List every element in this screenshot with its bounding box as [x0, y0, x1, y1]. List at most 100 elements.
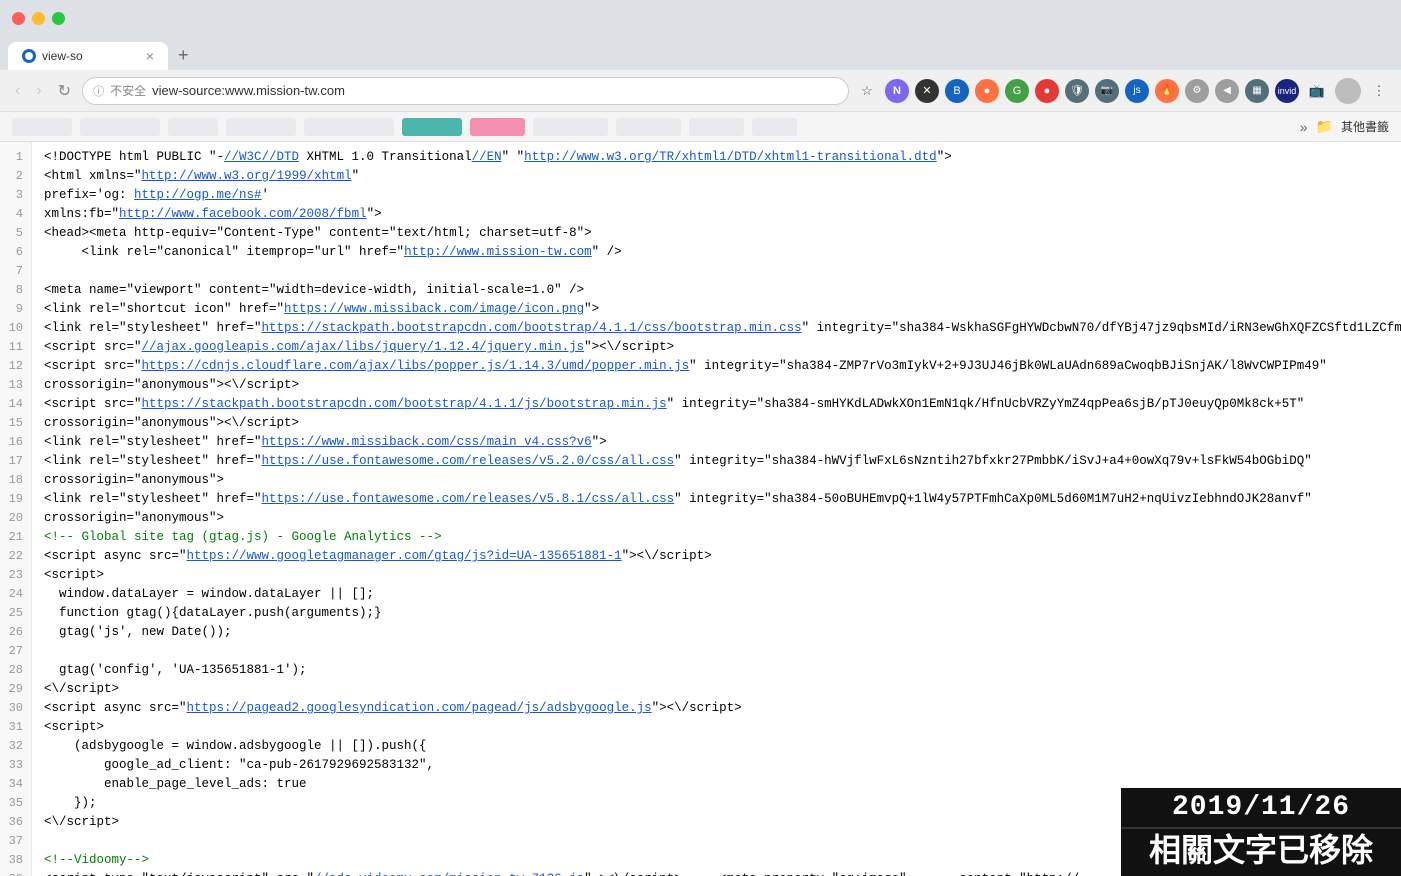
extension-icon-4[interactable]: G — [1005, 79, 1029, 103]
line-number: 24 — [8, 585, 23, 604]
extension-icon-6[interactable]: 🛡 — [1065, 79, 1089, 103]
toolbar-icons: ☆ N ✕ B ● G ● 🛡 📷 js 🔥 ⚙ ◀ ▦ invid 📺 ⋮ — [855, 78, 1391, 104]
browser-titlebar — [0, 0, 1401, 36]
bookmark-item-4[interactable] — [226, 118, 296, 136]
line-number: 31 — [8, 718, 23, 737]
line-number: 12 — [8, 357, 23, 376]
code-line: crossorigin="anonymous"><\/script> — [44, 376, 1389, 395]
overlay-container: 2019/11/26 相關文字已移除 — [1121, 788, 1401, 876]
line-number: 18 — [8, 471, 23, 490]
bookmark-item-11[interactable] — [752, 118, 797, 136]
security-icon: ⓘ — [93, 83, 104, 99]
star-icon[interactable]: ☆ — [855, 79, 879, 103]
line-number: 21 — [8, 528, 23, 547]
line-number: 5 — [8, 224, 23, 243]
extension-icon-5[interactable]: ● — [1035, 79, 1059, 103]
bookmarks-more-arrow[interactable]: » — [1300, 119, 1308, 135]
refresh-button[interactable]: ↻ — [53, 79, 76, 103]
line-number: 30 — [8, 699, 23, 718]
bookmark-item-3[interactable] — [168, 118, 218, 136]
line-number: 35 — [8, 794, 23, 813]
extension-icon-10[interactable]: ⚙ — [1185, 79, 1209, 103]
line-number: 38 — [8, 851, 23, 870]
profile-avatar[interactable] — [1335, 78, 1361, 104]
bookmarks-bar: » 📁 其他書籤 — [0, 112, 1401, 142]
code-area: <!DOCTYPE html PUBLIC "-//W3C//DTD XHTML… — [32, 142, 1401, 876]
new-tab-button[interactable]: + — [172, 41, 195, 70]
other-bookmarks-label[interactable]: 其他書籤 — [1341, 118, 1389, 135]
line-number: 10 — [8, 319, 23, 338]
bookmark-item-10[interactable] — [689, 118, 744, 136]
code-line: xmlns:fb="http://www.facebook.com/2008/f… — [44, 205, 1389, 224]
line-number: 6 — [8, 243, 23, 262]
line-number: 2 — [8, 167, 23, 186]
line-number: 32 — [8, 737, 23, 756]
address-bar[interactable]: ⓘ 不安全 view-source:www.mission-tw.com — [82, 77, 849, 105]
line-number: 15 — [8, 414, 23, 433]
line-number: 3 — [8, 186, 23, 205]
extension-icon-8[interactable]: js — [1125, 79, 1149, 103]
code-line: google_ad_client: "ca-pub-26179296925831… — [44, 756, 1389, 775]
code-line — [44, 642, 1389, 661]
notificationbell-icon[interactable]: N — [885, 79, 909, 103]
overlay-date: 2019/11/26 — [1121, 788, 1401, 827]
bookmark-item-2[interactable] — [80, 118, 160, 136]
code-line: <script async src="https://www.googletag… — [44, 547, 1389, 566]
forward-button[interactable]: › — [31, 80, 46, 102]
maximize-button[interactable] — [52, 12, 65, 25]
code-line: crossorigin="anonymous"> — [44, 509, 1389, 528]
line-number: 39 — [8, 870, 23, 876]
source-view: 1234567891011121314151617181920212223242… — [0, 142, 1401, 876]
extension-icon-7[interactable]: 📷 — [1095, 79, 1119, 103]
line-number: 11 — [8, 338, 23, 357]
extension-icon-1[interactable]: ✕ — [915, 79, 939, 103]
active-tab[interactable]: view-so × — [8, 42, 168, 70]
code-line: <head><meta http-equiv="Content-Type" co… — [44, 224, 1389, 243]
traffic-lights — [12, 12, 65, 25]
code-line: <\/script> — [44, 680, 1389, 699]
bookmark-item-7[interactable] — [470, 118, 525, 136]
line-number: 14 — [8, 395, 23, 414]
close-button[interactable] — [12, 12, 25, 25]
bookmark-item-1[interactable] — [12, 118, 72, 136]
bookmark-item-5[interactable] — [304, 118, 394, 136]
line-number: 36 — [8, 813, 23, 832]
extension-icon-2[interactable]: B — [945, 79, 969, 103]
line-number: 8 — [8, 281, 23, 300]
line-numbers: 1234567891011121314151617181920212223242… — [0, 142, 32, 876]
line-number: 23 — [8, 566, 23, 585]
line-number: 27 — [8, 642, 23, 661]
line-number: 19 — [8, 490, 23, 509]
code-line: <!DOCTYPE html PUBLIC "-//W3C//DTD XHTML… — [44, 148, 1389, 167]
code-line: <!-- Global site tag (gtag.js) - Google … — [44, 528, 1389, 547]
tab-bar: view-so × + — [0, 36, 1401, 70]
line-number: 25 — [8, 604, 23, 623]
overlay-text: 相關文字已移除 — [1121, 827, 1401, 876]
tab-close-button[interactable]: × — [146, 48, 154, 64]
line-number: 7 — [8, 262, 23, 281]
extension-icon-12[interactable]: ▦ — [1245, 79, 1269, 103]
extension-icon-14[interactable]: 📺 — [1305, 79, 1329, 103]
line-number: 20 — [8, 509, 23, 528]
code-line: <link rel="stylesheet" href="https://use… — [44, 452, 1389, 471]
bookmark-item-8[interactable] — [533, 118, 608, 136]
address-bar-row: ‹ › ↻ ⓘ 不安全 view-source:www.mission-tw.c… — [0, 70, 1401, 112]
folder-icon: 📁 — [1316, 118, 1333, 135]
line-number: 33 — [8, 756, 23, 775]
extension-icon-11[interactable]: ◀ — [1215, 79, 1239, 103]
extension-icon-13[interactable]: invid — [1275, 79, 1299, 103]
security-warning: 不安全 — [110, 82, 146, 99]
extension-icon-3[interactable]: ● — [975, 79, 999, 103]
code-line: (adsbygoogle = window.adsbygoogle || [])… — [44, 737, 1389, 756]
back-button[interactable]: ‹ — [10, 80, 25, 102]
minimize-button[interactable] — [32, 12, 45, 25]
code-line: gtag('config', 'UA-135651881-1'); — [44, 661, 1389, 680]
extension-icon-9[interactable]: 🔥 — [1155, 79, 1179, 103]
bookmark-item-6[interactable] — [402, 118, 462, 136]
menu-button[interactable]: ⋮ — [1367, 79, 1391, 103]
code-line: crossorigin="anonymous"> — [44, 471, 1389, 490]
line-number: 28 — [8, 661, 23, 680]
bookmark-item-9[interactable] — [616, 118, 681, 136]
line-number: 34 — [8, 775, 23, 794]
code-line: <meta name="viewport" content="width=dev… — [44, 281, 1389, 300]
